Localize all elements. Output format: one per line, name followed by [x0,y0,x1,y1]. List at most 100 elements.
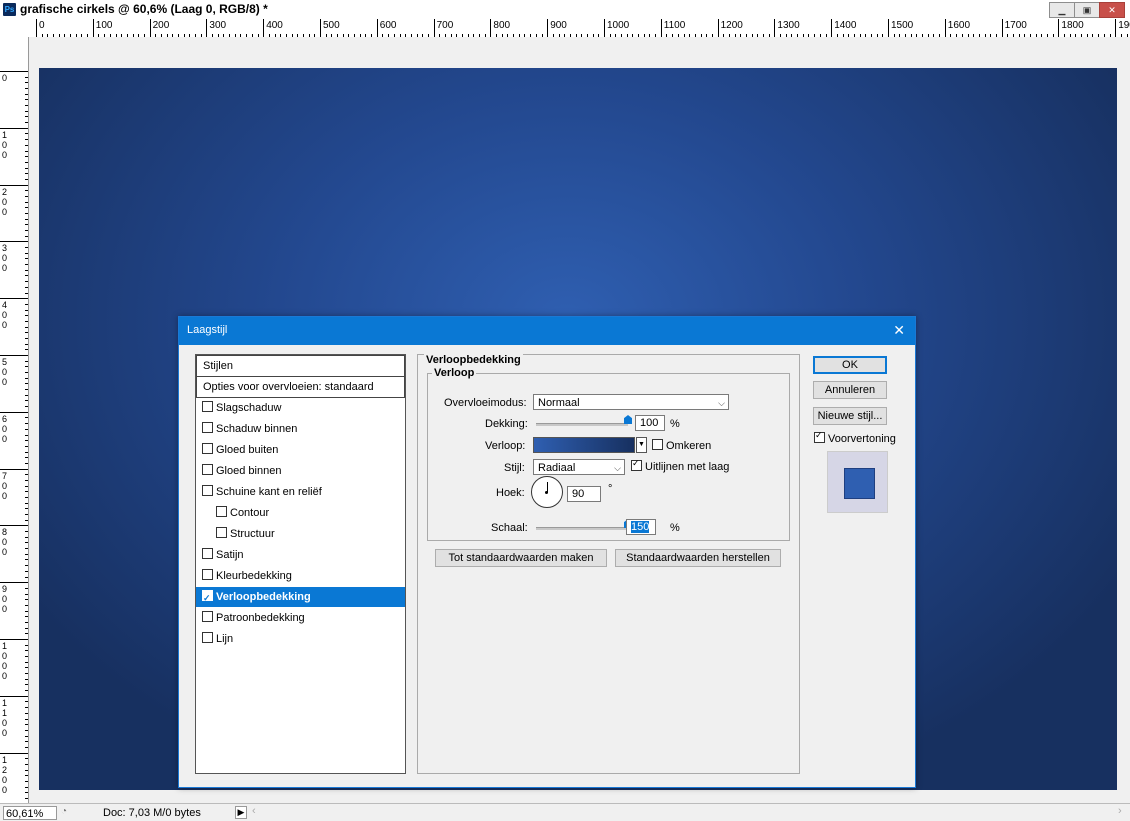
ruler-minor-tick [25,650,28,652]
style-item-checkbox[interactable] [202,464,213,475]
make-default-button[interactable]: Tot standaardwaarden maken [435,549,607,567]
style-item-label: Slagschaduw [216,402,282,414]
ruler-minor-tick [25,621,28,623]
style-item-schuine-kant-en-reli-f[interactable]: Schuine kant en reliëf [196,482,405,503]
restore-button[interactable]: ▣ [1074,2,1100,18]
horizontal-ruler[interactable]: 0 100 200 300 400 500 600 700 800 900 1000 1100 1200… [28,19,1130,38]
style-item-checkbox[interactable] [202,443,213,454]
ruler-tick-label: 0 [39,20,45,31]
minimize-button[interactable]: ▁ [1049,2,1075,18]
ruler-tick: 1600 [944,19,970,37]
scale-slider[interactable] [536,527,628,530]
angle-input[interactable]: 90 [567,486,601,502]
status-info-icon[interactable]: ◔ [61,806,67,817]
ruler-minor-tick [25,707,28,709]
ruler-tick: 1100 [660,19,685,37]
style-item-checkbox[interactable] [202,422,213,433]
ruler-tick: 100 [92,19,112,37]
ruler-minor-tick [25,712,28,714]
ruler-minor-tick [25,451,28,453]
style-item-structuur[interactable]: Structuur [196,524,405,545]
angle-dial[interactable] [531,476,563,508]
gradient-overlay-panel: Verloopbedekking Verloop Overvloeimodus:… [417,354,800,774]
ruler-tick: 300 [0,241,28,273]
ruler-tick-label: 1400 [834,20,857,31]
style-item-verloopbedekking[interactable]: Verloopbedekking [196,587,405,608]
style-item-gloed-binnen[interactable]: Gloed binnen [196,461,405,482]
zoom-field[interactable]: 60,61% [3,806,57,820]
opacity-input[interactable]: 100 [635,415,665,431]
vertical-ruler[interactable]: 0 100 200 300 400 500 600 700 800 900 1000 1100 1200 [0,37,29,803]
reset-default-button[interactable]: Standaardwaarden herstellen [615,549,781,567]
ok-button[interactable]: OK [813,356,887,374]
style-item-gloed-buiten[interactable]: Gloed buiten [196,440,405,461]
style-item-checkbox[interactable] [202,485,213,496]
style-item-checkbox[interactable] [202,588,213,608]
style-item-label: Contour [230,507,270,519]
ruler-minor-tick [25,315,28,317]
scale-label: Schaal: [491,522,528,534]
ruler-minor-tick [25,343,28,345]
ruler-minor-tick [25,173,28,175]
ruler-tick-label: 700 [436,20,454,31]
reverse-checkbox-box[interactable] [652,439,663,450]
scale-input[interactable]: 150 [626,519,656,535]
style-select[interactable]: Radiaal ⌵ [533,459,625,475]
preview-checkbox[interactable]: Voorvertoning [814,430,896,445]
scroll-right-icon[interactable]: › [1118,805,1122,817]
style-item-schaduw-binnen[interactable]: Schaduw binnen [196,419,405,440]
dialog-title-bar: Laagstijl ✕ [179,317,915,345]
blend-mode-select[interactable]: Normaal ⌵ [533,394,729,410]
gradient-dropdown-icon[interactable]: ▼ [636,437,647,453]
ruler-tick-label: 1800 [1061,20,1084,31]
style-item-contour[interactable]: Contour [196,503,405,524]
styles-header[interactable]: Stijlen [196,355,405,377]
dialog-close-icon[interactable]: ✕ [893,322,905,339]
ruler-minor-tick [25,735,28,737]
align-label: Uitlijnen met laag [645,461,730,473]
ruler-minor-tick [25,389,28,391]
align-with-layer-checkbox[interactable]: Uitlijnen met laag [631,458,730,473]
close-window-button[interactable]: ✕ [1099,2,1125,18]
ruler-minor-tick [25,82,28,84]
style-item-checkbox[interactable] [216,506,227,517]
ruler-minor-tick [25,213,28,214]
style-item-kleurbedekking[interactable]: Kleurbedekking [196,566,405,587]
ruler-minor-tick [25,746,28,748]
preview-checkbox-box[interactable] [814,430,825,443]
ruler-minor-tick [25,570,28,572]
ruler-tick-label: 1700 [1004,20,1027,31]
photoshop-icon: Ps [3,3,16,16]
ruler-tick-label: 500 [323,20,340,31]
opacity-slider[interactable] [536,423,628,426]
style-item-patroonbedekking[interactable]: Patroonbedekking [196,608,405,629]
style-item-satijn[interactable]: Satijn [196,545,405,566]
align-checkbox-box[interactable] [631,458,642,471]
reverse-checkbox[interactable]: Omkeren [652,439,711,452]
ruler-minor-tick [25,235,28,237]
style-item-checkbox[interactable] [202,401,213,412]
ruler-minor-tick [25,93,28,95]
ruler-tick-label: 300 [209,20,227,31]
ruler-minor-tick [25,264,28,266]
ruler-minor-tick [25,502,28,504]
ruler-tick: 190 [1115,19,1130,37]
blending-options-item[interactable]: Opties voor overvloeien: standaard [196,377,405,398]
style-item-checkbox[interactable] [202,569,213,580]
ruler-minor-tick [25,377,28,379]
scroll-left-icon[interactable]: ‹ [252,805,256,817]
ruler-minor-tick [25,627,28,629]
style-item-checkbox[interactable] [216,527,227,538]
status-menu-arrow-icon[interactable]: ▶ [235,806,247,819]
gradient-swatch[interactable] [533,437,635,453]
new-style-button[interactable]: Nieuwe stijl... [813,407,887,425]
layer-style-dialog: Laagstijl ✕ Stijlen Opties voor overvloe… [178,316,916,788]
style-item-checkbox[interactable] [202,632,213,643]
style-item-slagschaduw[interactable]: Slagschaduw [196,398,405,419]
style-item-lijn[interactable]: Lijn [196,629,405,650]
style-item-checkbox[interactable] [202,548,213,559]
style-item-checkbox[interactable] [202,611,213,622]
cancel-button[interactable]: Annuleren [813,381,887,399]
document-title: grafische cirkels @ 60,6% (Laag 0, RGB/8… [20,2,268,16]
ruler-tick: 1200 [0,752,28,795]
